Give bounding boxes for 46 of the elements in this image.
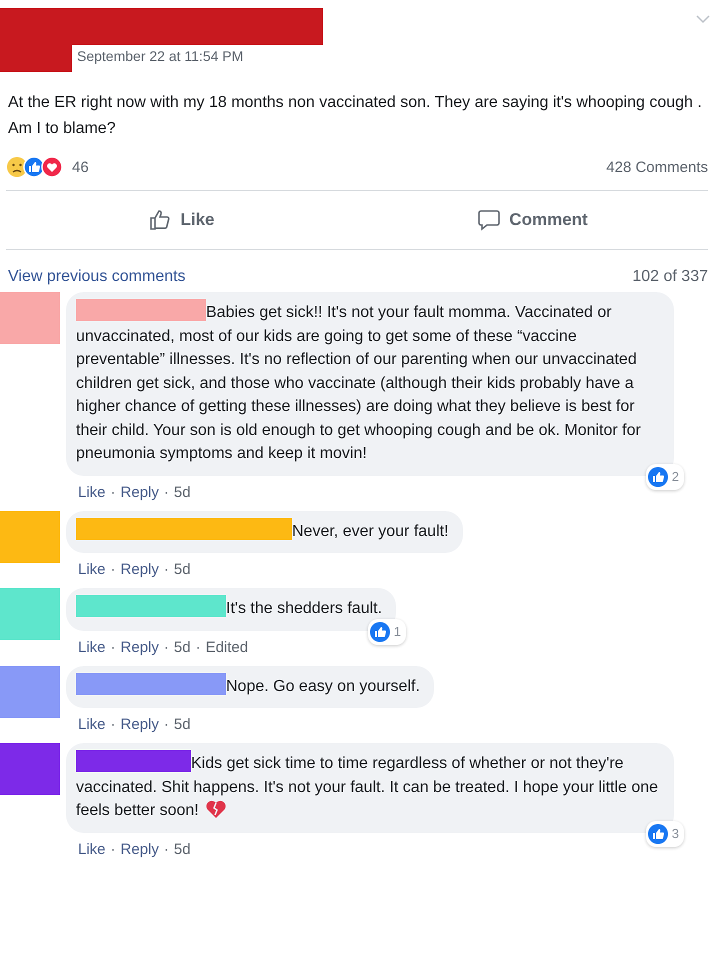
comment-meta: 5d (174, 638, 191, 656)
separator-dot: · (164, 840, 169, 858)
comment-meta: Edited (206, 638, 248, 656)
separator-dot: · (110, 638, 116, 656)
comments-count-link[interactable]: 428 Comments (606, 158, 708, 176)
speech-bubble-icon (477, 208, 502, 232)
comment-action-link[interactable]: Reply (120, 561, 159, 578)
view-previous-comments-link[interactable]: View previous comments (8, 268, 186, 286)
like-icon (648, 466, 668, 487)
separator-dot: · (110, 716, 116, 733)
comment-action-link[interactable]: Like (78, 561, 106, 578)
comment-text: Babies get sick!! It's not your fault momma. Vaccinated or unvaccinated, most of our kids are going to get some of these “vaccine preventable” illnesses. It's no reflection of our parenting when our unvaccinated children get sick, and those who vaccinate (although their kids probably have a higher chance of getting these illnesses) are doing what they believe is best for their child. Your son is old enough to get whooping cough and be ok. Monitor for pneumonia symptoms and keep it movin! (76, 304, 641, 462)
reaction-count[interactable]: 46 (72, 158, 89, 176)
like-icon (370, 622, 390, 642)
like-icon (648, 824, 668, 844)
post-text: At the ER right now with my 18 months non vaccinated son. They are saying it's whooping cough . Am I to blame? (8, 93, 703, 139)
separator-dot: · (110, 484, 116, 500)
comment-meta: 5d (174, 840, 191, 858)
comment-meta: 5d (174, 484, 191, 500)
comment-meta: 5d (174, 716, 191, 733)
thumbs-up-icon (148, 208, 172, 232)
chevron-down-icon[interactable] (696, 14, 710, 24)
separator-dot: · (164, 716, 169, 733)
comment-action-link[interactable]: Reply (120, 716, 159, 733)
comment-text: Never, ever your fault! (292, 522, 449, 540)
separator-dot: · (196, 638, 201, 656)
comment-text: Kids get sick time to time regardless of whether or not they're vaccinated. Shit happens. It's not your fault. It can be treated. I hope your little one feels better soon! (76, 755, 658, 819)
comment-text: It's the shedders fault. (226, 600, 382, 617)
comment-page-count: 102 of 337 (632, 268, 708, 286)
separator-dot: · (164, 561, 169, 578)
comment-text: Nope. Go easy on yourself. (226, 678, 420, 694)
comment-action-link[interactable]: Like (78, 716, 106, 733)
separator-dot: · (164, 484, 169, 500)
comment-action-link[interactable]: Reply (120, 840, 159, 858)
comment-action-link[interactable]: Reply (120, 638, 159, 656)
separator-dot: · (164, 638, 169, 656)
comment-action-link[interactable]: Like (78, 484, 106, 500)
comment-action-link[interactable]: Like (78, 840, 106, 858)
separator-dot: · (110, 840, 116, 858)
comment-meta: 5d (174, 561, 191, 578)
like-button[interactable]: Like (6, 207, 357, 233)
comment-action-link[interactable]: Reply (120, 484, 159, 500)
post-timestamp: September 22 at 11:54 PM (77, 48, 244, 64)
separator-dot: · (110, 561, 116, 578)
comment-button[interactable]: Comment (357, 207, 708, 233)
comment-action-link[interactable]: Like (78, 638, 106, 656)
